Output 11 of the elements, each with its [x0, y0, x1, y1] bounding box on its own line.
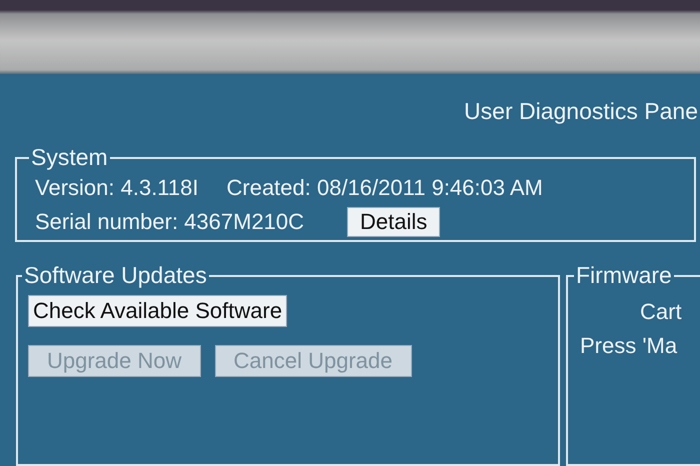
created-text: Created: 08/16/2011 9:46:03 AM — [226, 175, 543, 201]
firmware-text: Press 'Ma — [580, 333, 678, 359]
group-legend: Software Updates — [22, 262, 209, 289]
group-legend: System — [29, 144, 110, 171]
check-software-button[interactable]: Check Available Software — [28, 295, 288, 327]
panel-title: User Diagnostics Pane — [464, 98, 698, 126]
details-button[interactable]: Details — [347, 207, 440, 237]
version-text: Version: 4.3.118I — [35, 175, 198, 201]
firmware-text: Cart — [639, 299, 683, 325]
group-legend: Firmware — [574, 262, 674, 289]
serial-number-text: Serial number: 4367M210C — [35, 209, 304, 235]
